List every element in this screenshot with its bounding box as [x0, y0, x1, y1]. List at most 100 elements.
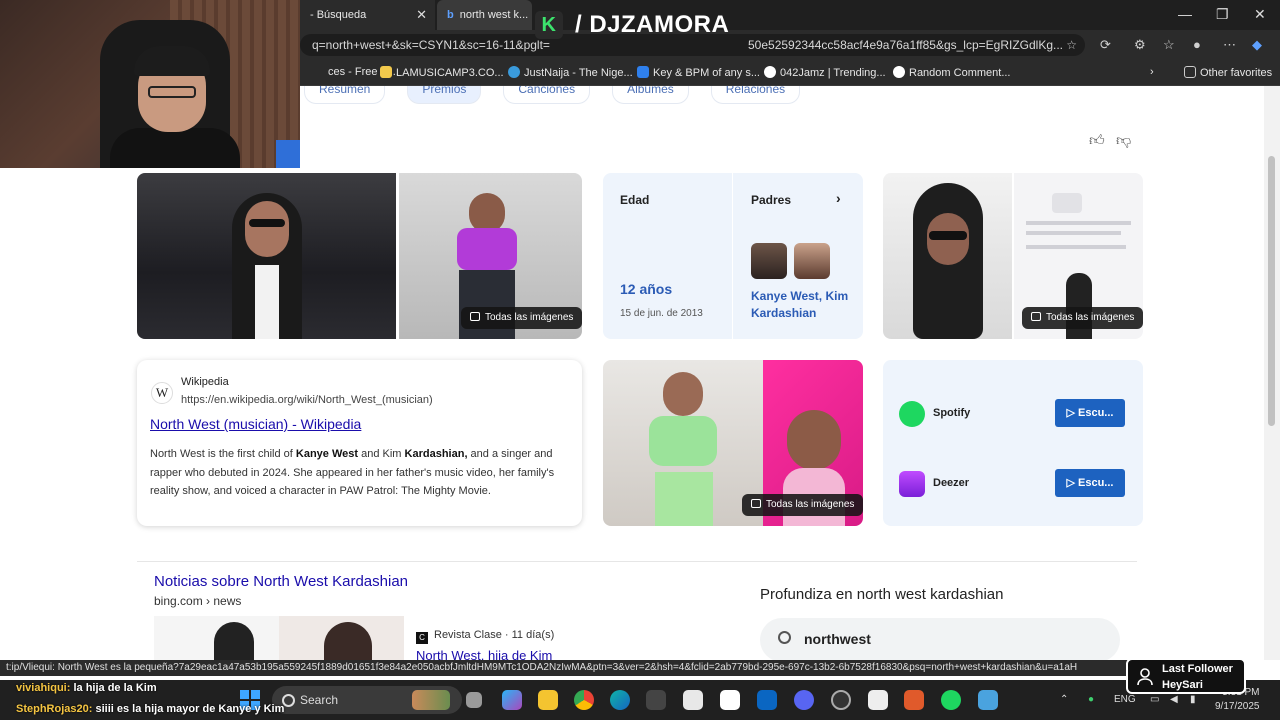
network-icon[interactable]: ▭: [1150, 694, 1159, 705]
age-label: Edad: [620, 193, 650, 207]
section-divider: [137, 561, 1137, 562]
tab-north-west[interactable]: b north west k...: [437, 0, 532, 30]
news-item-title[interactable]: North West, hija de Kim: [416, 648, 552, 660]
spotify-icon: [899, 401, 925, 427]
spotify-app-icon[interactable]: [941, 690, 961, 710]
avatar-kim[interactable]: [794, 243, 830, 279]
wordpress-icon: [764, 66, 776, 78]
search-results-page: Resumen Premios Canciones Álbumes Relaci…: [4, 86, 1264, 660]
more-menu-icon[interactable]: ⋯: [1223, 37, 1236, 53]
scrollbar-thumb[interactable]: [1268, 156, 1275, 426]
page-scrollbar[interactable]: [1264, 86, 1280, 660]
spotify-listen-button[interactable]: ▷ Escu...: [1055, 399, 1125, 427]
capcut-icon[interactable]: [720, 690, 740, 710]
wikipedia-logo-icon: W: [151, 382, 173, 404]
copilot-app-icon[interactable]: [502, 690, 522, 710]
wiki-title-link[interactable]: North West (musician) - Wikipedia: [150, 416, 361, 432]
subtab-premios[interactable]: Premios: [407, 86, 482, 104]
images-icon: [1031, 312, 1041, 321]
bookmark-item[interactable]: 042Jamz | Trending...: [764, 66, 886, 79]
facts-card: Edad 12 años 15 de jun. de 2013 Padres ›…: [603, 173, 863, 339]
outlook-icon[interactable]: [757, 690, 777, 710]
deezer-icon: [899, 471, 925, 497]
extension-icon[interactable]: ⚙: [1134, 37, 1146, 53]
age-fact[interactable]: Edad 12 años 15 de jun. de 2013: [603, 173, 733, 339]
microphone-icon[interactable]: ●: [1088, 694, 1094, 705]
tab-label: - Búsqueda: [310, 9, 367, 21]
webcam-overlay: [0, 0, 300, 168]
wiki-source: Wikipedia: [181, 376, 229, 388]
favorite-star-icon[interactable]: ☆: [1066, 34, 1077, 56]
app-icon[interactable]: [646, 690, 666, 710]
task-view-icon[interactable]: [466, 692, 482, 708]
kick-logo-icon: K: [535, 11, 563, 39]
notepad-icon[interactable]: [978, 690, 998, 710]
parents-label: Padres: [751, 193, 792, 207]
wiki-url[interactable]: https://en.wikipedia.org/wiki/North_West…: [181, 394, 433, 406]
deep-dive-suggestion[interactable]: northwest: [760, 618, 1120, 660]
tab-busqueda[interactable]: - Búsqueda ✕: [300, 0, 435, 30]
refresh-icon[interactable]: ⟳: [1100, 37, 1111, 53]
bookmark-item[interactable]: Random Comment...: [893, 66, 1010, 79]
subtab-canciones[interactable]: Canciones: [503, 86, 591, 104]
widgets-icon[interactable]: [412, 690, 450, 710]
subtab-resumen[interactable]: Resumen: [304, 86, 386, 104]
discord-icon[interactable]: [794, 690, 814, 710]
thumbs-down-icon[interactable]: 👎︎: [1116, 132, 1131, 150]
copilot-icon[interactable]: ◆: [1252, 37, 1262, 53]
deezer-listen-button[interactable]: ▷ Escu...: [1055, 469, 1125, 497]
bookmark-item[interactable]: JustNaija - The Nige...: [508, 66, 633, 79]
images-icon: [751, 499, 761, 508]
bookmarks-overflow-icon[interactable]: ›: [1150, 66, 1154, 78]
store-icon[interactable]: [683, 690, 703, 710]
battery-icon[interactable]: ▮: [1190, 694, 1196, 705]
deezer-label: Deezer: [933, 477, 970, 489]
language-indicator[interactable]: ENG: [1114, 694, 1136, 705]
spotify-label: Spotify: [933, 407, 971, 419]
bookmark-item[interactable]: LAMUSICAMP3.CO...: [380, 66, 504, 79]
all-images-button[interactable]: Todas las imágenes: [461, 307, 582, 329]
tray-overflow-icon[interactable]: ⌃: [1060, 694, 1068, 705]
app-icon[interactable]: [868, 690, 888, 710]
subtab-relaciones[interactable]: Relaciones: [710, 86, 801, 104]
obs-icon[interactable]: [831, 690, 851, 710]
profile-icon[interactable]: ●: [1193, 37, 1201, 52]
minimize-icon[interactable]: —: [1178, 6, 1192, 22]
other-favorites[interactable]: Other favorites: [1184, 66, 1272, 79]
file-explorer-icon[interactable]: [538, 690, 558, 710]
all-images-button[interactable]: Todas las imágenes: [1022, 307, 1143, 329]
url-right: 50e52592344cc58acf4e9a76a1ff85&gs_lcp=Eg…: [748, 38, 1064, 52]
thumbs-up-icon[interactable]: 👍︎: [1089, 132, 1105, 150]
edge-icon[interactable]: [610, 690, 630, 710]
close-tab-icon[interactable]: ✕: [416, 7, 427, 23]
close-window-icon[interactable]: ✕: [1254, 6, 1266, 23]
all-images-button[interactable]: Todas las imágenes: [742, 494, 863, 516]
news-thumbnail[interactable]: [154, 616, 404, 660]
spotify-row[interactable]: Spotify ▷ Escu...: [899, 399, 1127, 429]
avatar-kanye[interactable]: [751, 243, 787, 279]
images-card-3[interactable]: Todas las imágenes: [603, 360, 863, 526]
chat-message: StephRojas20: siiii es la hija mayor de …: [16, 703, 285, 715]
maximize-icon[interactable]: ❐: [1216, 6, 1229, 23]
parents-fact[interactable]: Padres › Kanye West, Kim Kardashian: [734, 173, 863, 339]
bookmark-item[interactable]: Key & BPM of any s...: [637, 66, 760, 79]
images-card-1[interactable]: Todas las imágenes: [137, 173, 582, 339]
chevron-right-icon[interactable]: ›: [836, 190, 841, 206]
news-heading[interactable]: Noticias sobre North West Kardashian: [154, 573, 408, 590]
app-icon[interactable]: [904, 690, 924, 710]
status-url-bar: t:ip/Vliequi: North West es la pequeña?7…: [0, 660, 1130, 676]
photo-north-green-outfit[interactable]: [603, 360, 763, 526]
parents-value[interactable]: Kanye West, Kim Kardashian: [751, 288, 861, 322]
deezer-row[interactable]: Deezer ▷ Escu...: [899, 469, 1127, 499]
subtab-albumes[interactable]: Álbumes: [612, 86, 689, 104]
chrome-icon[interactable]: [574, 690, 594, 710]
favorites-icon[interactable]: ☆: [1163, 37, 1175, 53]
last-follower-widget: Last Follower HeySari: [1126, 658, 1246, 694]
age-value: 12 años: [620, 281, 673, 297]
photo-north-braids[interactable]: [883, 173, 1012, 339]
birth-date: 15 de jun. de 2013: [620, 308, 703, 319]
photo-north-suit[interactable]: [137, 173, 396, 339]
images-card-2[interactable]: Todas las imágenes: [883, 173, 1143, 339]
volume-icon[interactable]: ◀: [1170, 694, 1178, 705]
news-item-source: C Revista Clase · 11 día(s): [416, 629, 554, 644]
